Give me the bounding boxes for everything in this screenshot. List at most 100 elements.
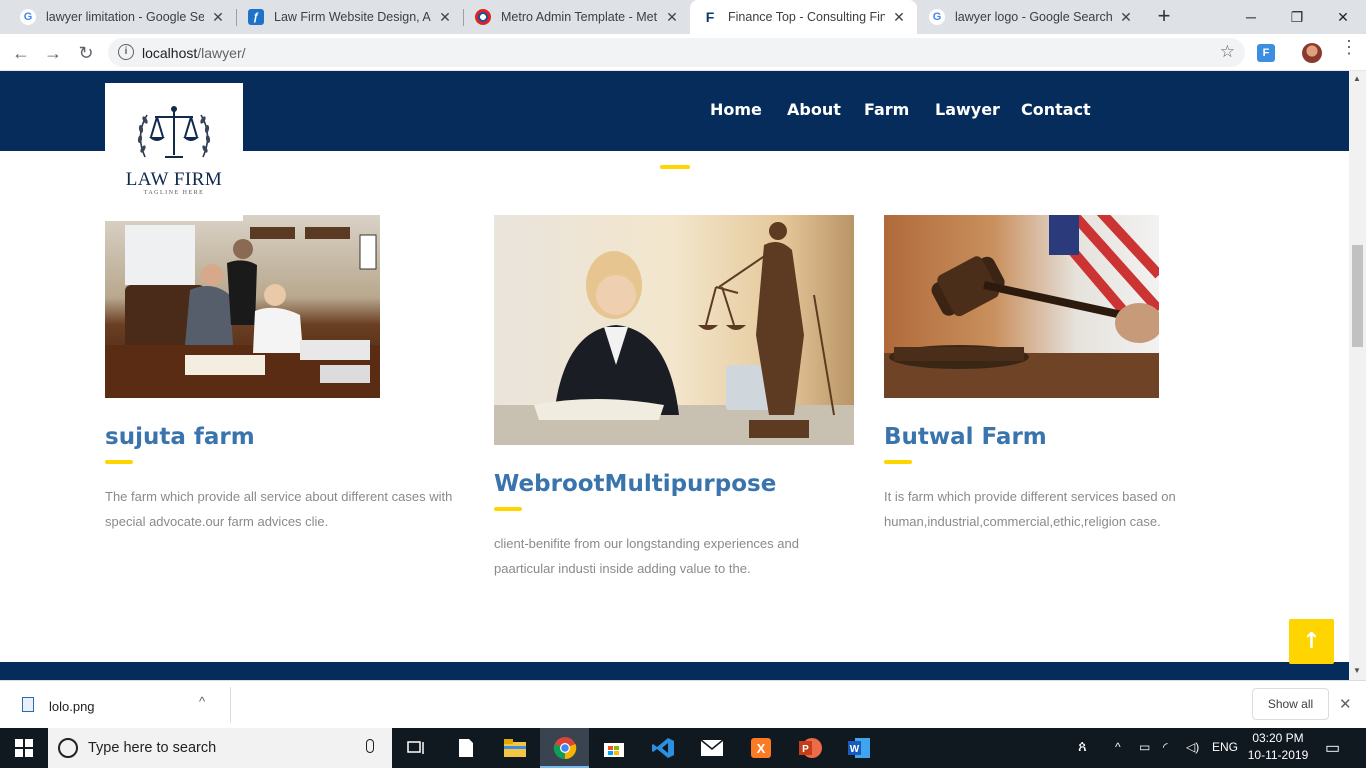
tab-title: lawyer logo - Google Search — [955, 10, 1112, 24]
nav-about[interactable]: About — [787, 100, 841, 119]
card-text: The farm which provide all service about… — [105, 489, 453, 529]
scrollbar-thumb[interactable] — [1352, 245, 1363, 347]
scroll-down-icon[interactable]: ▼ — [1353, 666, 1361, 675]
svg-text:X: X — [756, 741, 765, 756]
nav-contact[interactable]: Contact — [1021, 100, 1091, 119]
microphone-icon[interactable] — [366, 739, 374, 753]
address-bar[interactable]: i localhost/lawyer/ ☆ — [108, 38, 1245, 67]
clock-time: 03:20 PM — [1252, 731, 1304, 745]
url-text: localhost/lawyer/ — [142, 45, 246, 61]
site-logo[interactable]: LAW FIRM TAGLINE HERE — [105, 83, 243, 221]
office-meeting-image — [105, 215, 380, 398]
taskbar-search-box[interactable]: Type here to search — [48, 728, 392, 768]
scales-of-justice-icon — [137, 106, 211, 158]
svg-text:P: P — [802, 744, 809, 755]
chevron-up-icon[interactable]: ^ — [199, 694, 205, 709]
svg-text:W: W — [849, 744, 859, 755]
browser-tab[interactable]: Metro Admin Template - Metro ✕ — [463, 0, 690, 34]
word-icon[interactable]: W — [834, 728, 883, 768]
notifications-icon[interactable]: ▭ — [1325, 738, 1340, 758]
card-title[interactable]: Butwal Farm — [884, 424, 1047, 450]
xampp-icon[interactable]: X — [736, 728, 785, 768]
windows-start-icon[interactable] — [0, 728, 48, 768]
tab-title: Metro Admin Template - Metro — [501, 10, 658, 24]
site-icon: ƒ — [248, 9, 264, 25]
browser-tab[interactable]: ƒ Law Firm Website Design, Attorney ✕ — [236, 0, 463, 34]
close-tab-icon[interactable]: ✕ — [210, 9, 226, 26]
card-text: client-benifite from our longstanding ex… — [494, 536, 799, 576]
language-indicator[interactable]: ENG — [1212, 740, 1238, 754]
close-tab-icon[interactable]: ✕ — [437, 9, 453, 26]
task-view-icon[interactable] — [392, 728, 441, 768]
bookmark-star-icon[interactable]: ☆ — [1220, 42, 1235, 62]
card-title[interactable]: sujuta farm — [105, 424, 255, 450]
forward-icon[interactable]: → — [40, 40, 66, 66]
taskbar-clock[interactable]: 03:20 PM 10-11-2019 — [1244, 730, 1312, 764]
chevron-up-icon[interactable]: ^ — [1115, 740, 1121, 754]
download-file-name[interactable]: lolo.png — [49, 699, 95, 714]
show-all-button[interactable]: Show all — [1252, 688, 1329, 720]
web-page: Home About Farm Lawyer Contact LAW FIRM … — [0, 71, 1349, 680]
scroll-to-top-button[interactable]: ↑ — [1289, 619, 1334, 664]
file-explorer-icon[interactable] — [490, 728, 539, 768]
browser-tab-strip: G lawyer limitation - Google Search ✕ ƒ … — [0, 0, 1366, 34]
people-icon[interactable]: ጰ — [1078, 738, 1087, 755]
finance-icon: F — [705, 9, 715, 25]
windows-taskbar: Type here to search X P W ጰ ^ ▭ ◜ ◁) ENG… — [0, 728, 1366, 768]
volume-icon[interactable]: ◁) — [1186, 740, 1199, 754]
tab-title: lawyer limitation - Google Search — [46, 10, 204, 24]
back-icon[interactable]: ← — [8, 40, 34, 66]
card-accent-line — [884, 460, 912, 464]
browser-tab[interactable]: G lawyer logo - Google Search ✕ — [917, 0, 1144, 34]
close-tab-icon[interactable]: ✕ — [891, 9, 907, 26]
card-accent-line — [105, 460, 133, 464]
powerpoint-icon[interactable]: P — [785, 728, 834, 768]
battery-icon[interactable]: ▭ — [1139, 740, 1150, 754]
gavel-image — [884, 215, 1159, 398]
cortana-icon — [58, 738, 78, 758]
new-tab-icon[interactable]: + — [1152, 5, 1176, 29]
logo-name: LAW FIRM — [125, 169, 223, 190]
card-accent-line — [494, 507, 522, 511]
card-text: It is farm which provide different servi… — [884, 489, 1176, 529]
chrome-icon[interactable] — [540, 728, 589, 768]
minimize-icon[interactable]: ─ — [1228, 0, 1274, 34]
captain-shield-icon — [475, 9, 491, 25]
menu-icon[interactable]: ⋮ — [1340, 38, 1358, 56]
download-shelf: lolo.png ^ Show all ✕ — [0, 680, 1366, 728]
search-placeholder: Type here to search — [88, 740, 217, 756]
image-file-icon — [22, 697, 34, 712]
clock-date: 10-11-2019 — [1247, 748, 1309, 762]
logo-tagline: TAGLINE HERE — [143, 190, 205, 196]
vscode-icon[interactable] — [638, 728, 687, 768]
tab-title: Law Firm Website Design, Attorney — [274, 10, 431, 24]
browser-toolbar: ← → ↻ i localhost/lawyer/ ☆ F ⋮ — [0, 34, 1366, 71]
close-window-icon[interactable]: ✕ — [1320, 0, 1366, 34]
mail-icon[interactable] — [687, 728, 736, 768]
card-title[interactable]: WebrootMultipurpose — [494, 471, 776, 497]
google-icon: G — [929, 9, 945, 25]
info-icon[interactable]: i — [118, 44, 134, 60]
nav-home[interactable]: Home — [710, 100, 762, 119]
tab-title: Finance Top - Consulting Finance — [728, 10, 885, 24]
close-tab-icon[interactable]: ✕ — [664, 9, 680, 26]
store-icon[interactable] — [589, 728, 638, 768]
section-accent-line — [660, 165, 690, 169]
nav-farm[interactable]: Farm — [864, 100, 909, 119]
browser-tab[interactable]: G lawyer limitation - Google Search ✕ — [8, 0, 236, 34]
restore-icon[interactable]: ❐ — [1274, 0, 1320, 34]
extension-icon[interactable]: F — [1257, 44, 1275, 62]
close-tab-icon[interactable]: ✕ — [1118, 9, 1134, 26]
google-icon: G — [20, 9, 36, 25]
lawyer-with-justice-statue-image — [494, 215, 854, 445]
file-icon[interactable] — [441, 728, 490, 768]
wifi-icon[interactable]: ◜ — [1163, 740, 1168, 754]
page-scrollbar[interactable]: ▲ ▼ — [1349, 71, 1366, 680]
close-icon[interactable]: ✕ — [1339, 695, 1352, 713]
reload-icon[interactable]: ↻ — [73, 40, 99, 66]
nav-lawyer[interactable]: Lawyer — [935, 100, 1000, 119]
scroll-up-icon[interactable]: ▲ — [1353, 74, 1361, 83]
browser-tab-active[interactable]: F Finance Top - Consulting Finance ✕ — [690, 0, 917, 34]
arrow-up-icon: ↑ — [1302, 629, 1321, 654]
profile-avatar[interactable] — [1302, 43, 1322, 63]
